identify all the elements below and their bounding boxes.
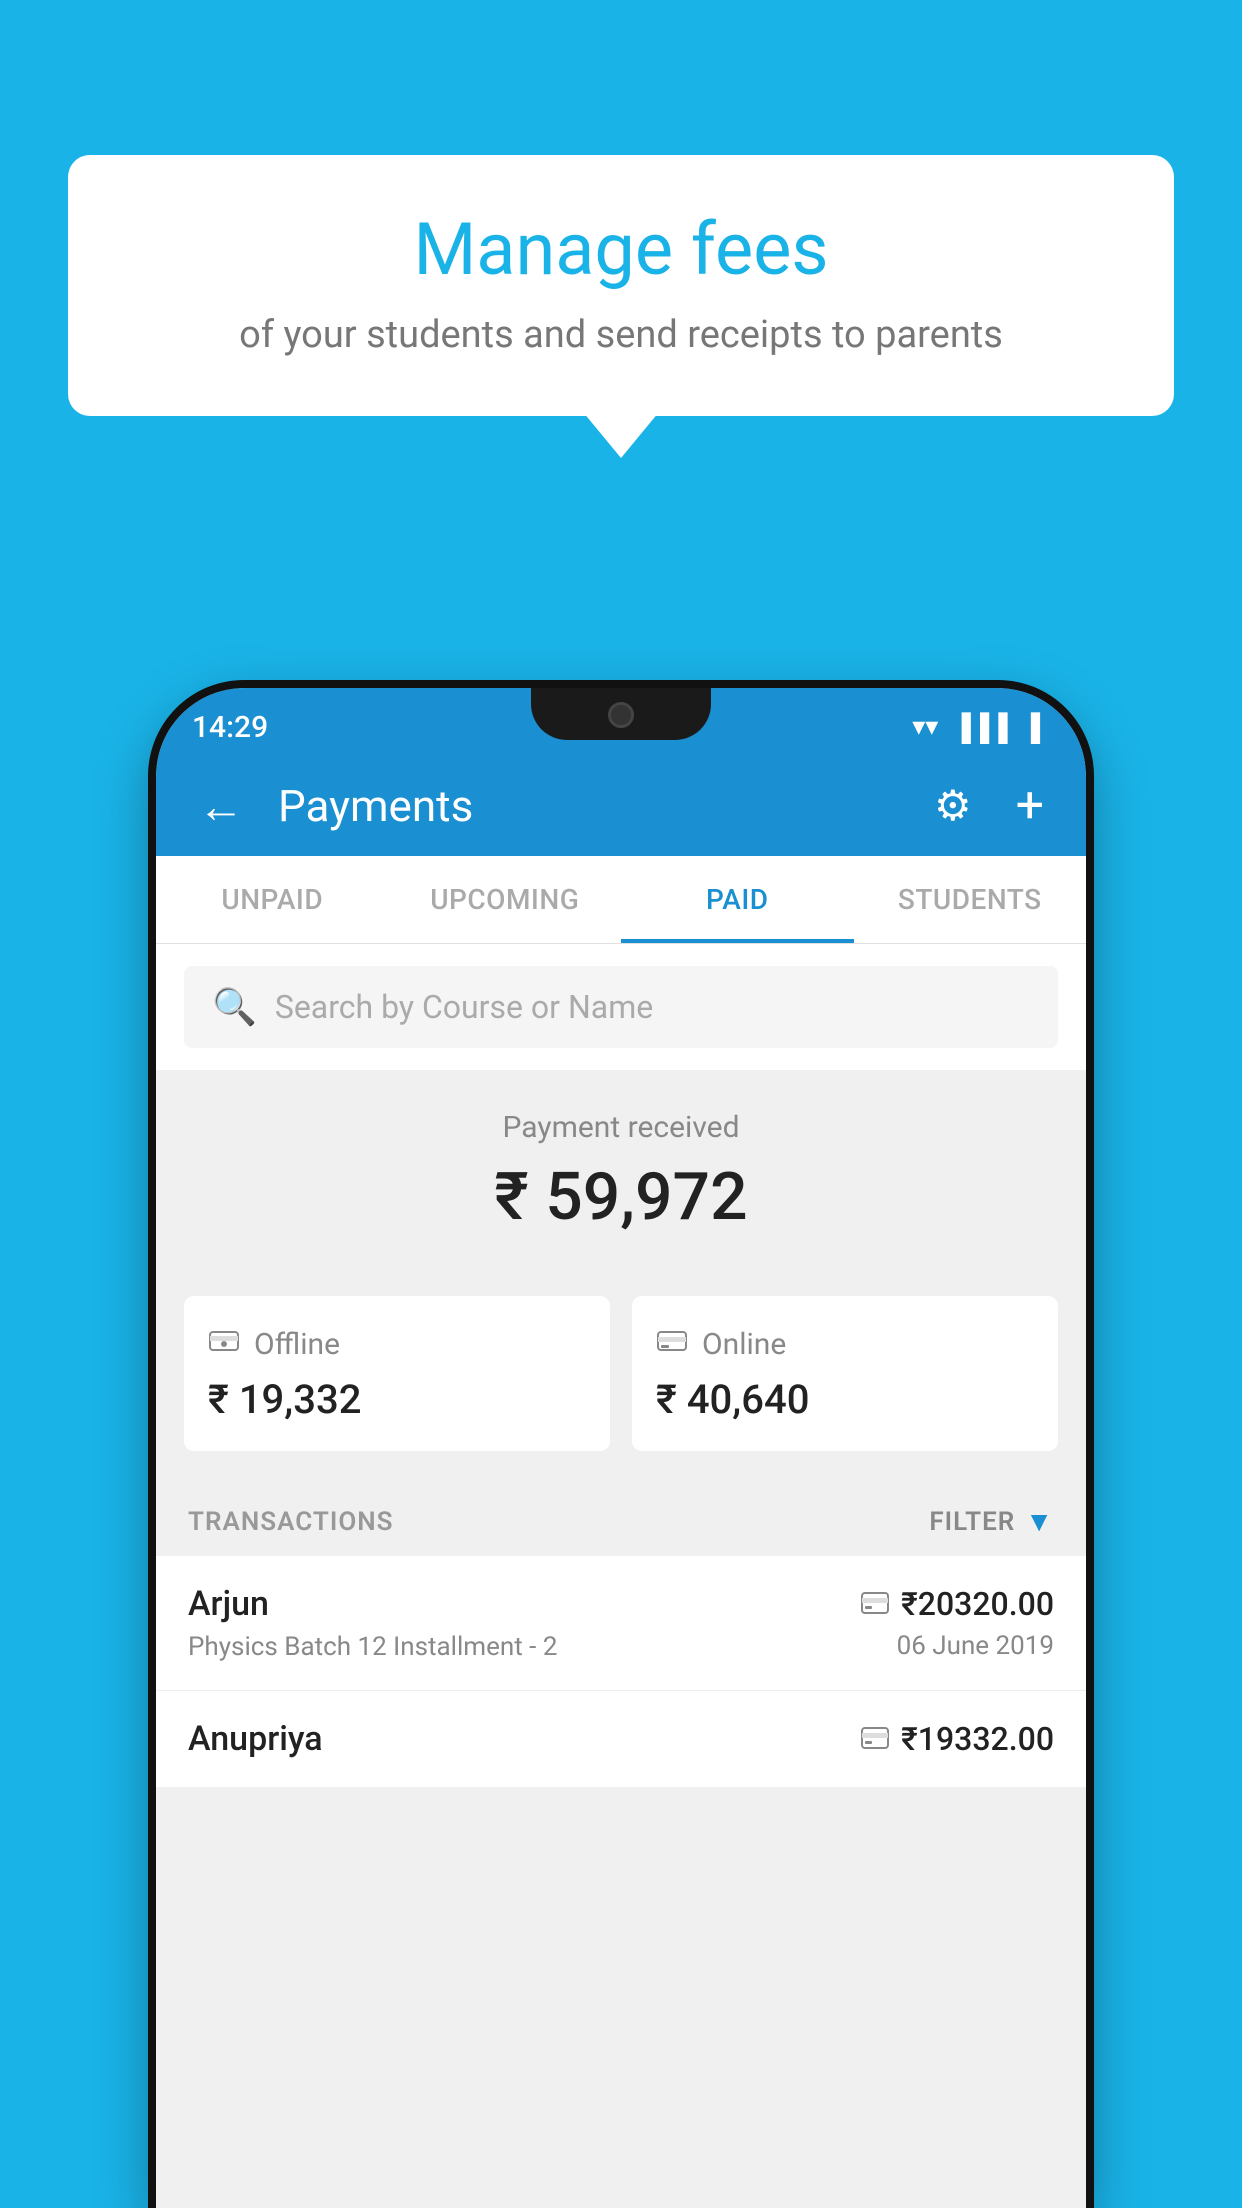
search-input[interactable]: Search by Course or Name [275,988,653,1026]
offline-label: Offline [254,1327,340,1362]
phone-screen: 14:29 ▾▾ ▐▐▐ ▐ ← Payments ⚙ + UNPAID UPC… [156,688,1086,2208]
table-row: Anupriya ₹19332.00 [156,1691,1086,1787]
phone-frame: 14:29 ▾▾ ▐▐▐ ▐ ← Payments ⚙ + UNPAID UPC… [156,688,1086,2208]
filter-button[interactable]: FILTER ▼ [929,1505,1054,1538]
offline-card: Offline ₹ 19,332 [184,1296,610,1451]
content-area: 🔍 Search by Course or Name Payment recei… [156,944,1086,1787]
battery-icon: ▐ [1022,712,1040,743]
app-header: ← Payments ⚙ + [156,756,1086,856]
transaction-right: ₹19332.00 [861,1720,1054,1758]
transaction-amount-row: ₹20320.00 [861,1585,1054,1623]
add-button[interactable]: + [1006,767,1054,845]
cash-payment-icon [861,1723,889,1756]
transaction-right: ₹20320.00 06 June 2019 [861,1585,1054,1661]
tab-paid[interactable]: PAID [621,856,854,943]
front-camera [608,702,634,728]
online-card: Online ₹ 40,640 [632,1296,1058,1451]
filter-label: FILTER [929,1507,1015,1537]
transactions-label: TRANSACTIONS [188,1507,394,1537]
bubble-subtitle: of your students and send receipts to pa… [128,311,1114,360]
offline-icon [208,1324,240,1364]
payment-received-amount: ₹ 59,972 [184,1159,1058,1236]
filter-icon: ▼ [1025,1505,1054,1538]
transaction-date: 06 June 2019 [861,1631,1054,1661]
signal-icon: ▐▐▐ [952,712,1007,743]
table-row: Arjun Physics Batch 12 Installment - 2 ₹… [156,1556,1086,1691]
transaction-left: Arjun Physics Batch 12 Installment - 2 [188,1584,861,1662]
payment-cards: Offline ₹ 19,332 [184,1296,1058,1451]
online-icon [656,1324,688,1364]
transaction-details: Physics Batch 12 Installment - 2 [188,1632,861,1662]
payment-received-section: Payment received ₹ 59,972 [156,1070,1086,1296]
tabs-bar: UNPAID UPCOMING PAID STUDENTS [156,856,1086,944]
offline-card-header: Offline [208,1324,586,1364]
speech-bubble-container: Manage fees of your students and send re… [68,155,1174,416]
bubble-title: Manage fees [128,210,1114,289]
payment-received-label: Payment received [184,1110,1058,1145]
tab-unpaid[interactable]: UNPAID [156,856,389,943]
speech-bubble: Manage fees of your students and send re… [68,155,1174,416]
search-container: 🔍 Search by Course or Name [156,944,1086,1070]
header-title: Payments [278,780,900,832]
tab-students[interactable]: STUDENTS [854,856,1087,943]
card-payment-icon [861,1588,889,1621]
transaction-amount: ₹19332.00 [901,1720,1054,1758]
online-card-header: Online [656,1324,1034,1364]
online-amount: ₹ 40,640 [656,1376,1034,1423]
transactions-header: TRANSACTIONS FILTER ▼ [156,1481,1086,1556]
transaction-name: Anupriya [188,1719,323,1759]
phone-notch [531,688,711,740]
status-icons: ▾▾ ▐▐▐ ▐ [912,712,1040,743]
search-icon: 🔍 [212,986,257,1028]
search-box[interactable]: 🔍 Search by Course or Name [184,966,1058,1048]
settings-button[interactable]: ⚙ [924,771,982,841]
transaction-amount: ₹20320.00 [901,1585,1054,1623]
transaction-name: Arjun [188,1584,861,1624]
status-time: 14:29 [192,710,268,745]
offline-amount: ₹ 19,332 [208,1376,586,1423]
back-button[interactable]: ← [188,769,254,844]
tab-upcoming[interactable]: UPCOMING [389,856,622,943]
wifi-icon: ▾▾ [912,712,938,742]
online-label: Online [702,1327,786,1362]
